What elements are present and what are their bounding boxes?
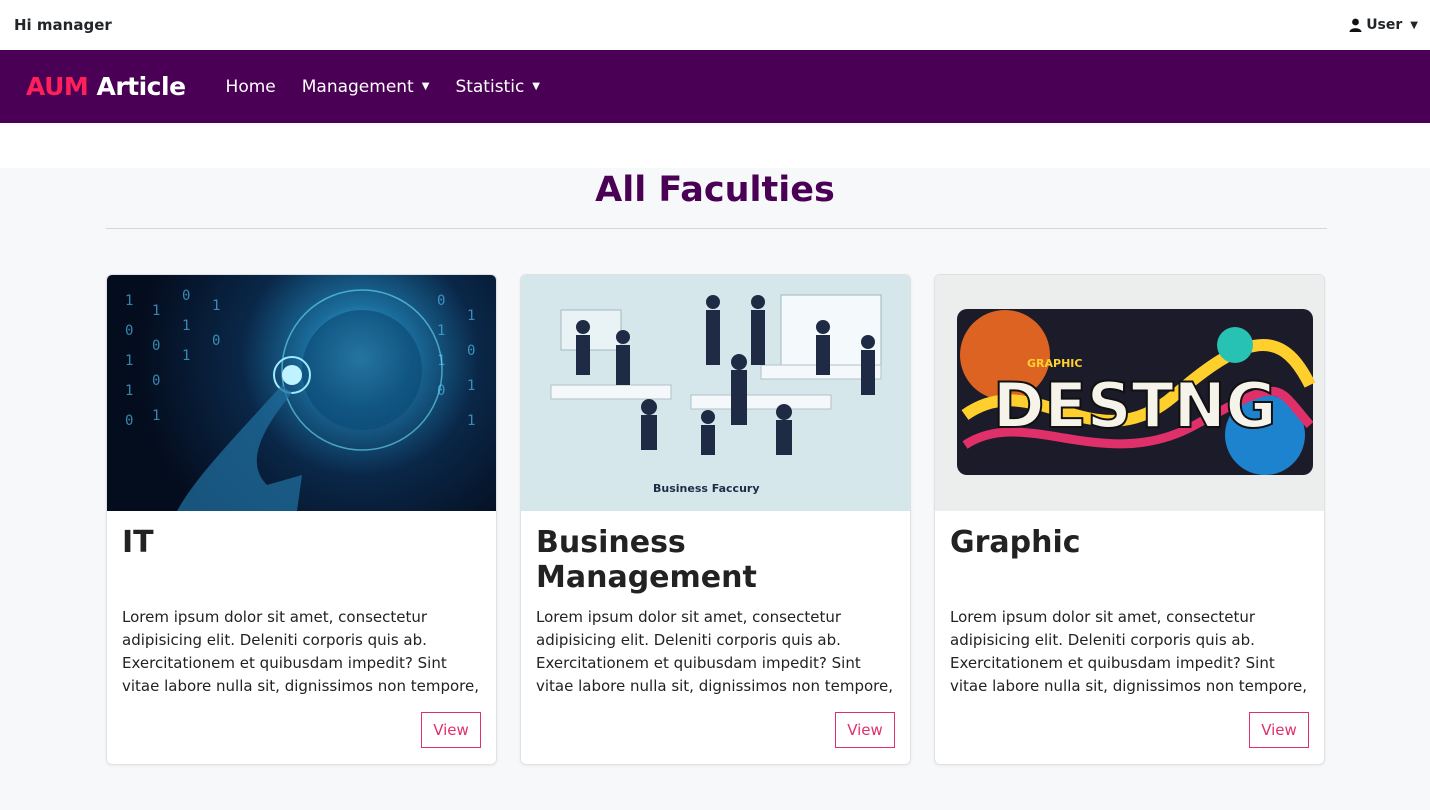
it-illustration: 10110 1001 011 10 0110 1011 [125, 288, 475, 511]
svg-text:1: 1 [437, 323, 445, 339]
svg-text:1: 1 [125, 353, 133, 369]
title-divider [106, 228, 1327, 229]
business-faculty-image: Business Faccury [521, 275, 910, 511]
user-menu[interactable]: User ▼ [1349, 17, 1418, 33]
svg-text:0: 0 [152, 373, 160, 389]
greeting-text: Hi manager [14, 16, 112, 34]
svg-text:1: 1 [125, 293, 133, 309]
svg-text:1: 1 [152, 303, 160, 319]
svg-text:0: 0 [212, 333, 220, 349]
brand-accent: AUM [26, 72, 89, 101]
svg-text:1: 1 [182, 318, 190, 334]
top-bar: Hi manager User ▼ [0, 0, 1430, 50]
brand-rest: Article [96, 72, 186, 101]
user-menu-label: User [1366, 17, 1403, 33]
graphic-illustration: GRAPHIC DESTNG [957, 309, 1316, 475]
svg-text:0: 0 [152, 338, 160, 354]
view-button[interactable]: View [835, 712, 895, 748]
faculty-card-it: 10110 1001 011 10 0110 1011 IT Lorem ips… [106, 274, 497, 765]
svg-text:1: 1 [125, 383, 133, 399]
svg-text:0: 0 [182, 288, 190, 304]
nav-management-dropdown[interactable]: Management ▼ [302, 77, 430, 97]
page-title: All Faculties [595, 170, 835, 210]
view-button[interactable]: View [1249, 712, 1309, 748]
main-navbar: AUM Article Home Management ▼ Statistic … [0, 50, 1430, 123]
faculty-card-business-management: Business Faccury Business Management Lor… [520, 274, 911, 765]
card-description: Lorem ipsum dolor sit amet, consectetur … [536, 608, 893, 695]
nav-home[interactable]: Home [226, 77, 276, 97]
card-title: Graphic [950, 525, 1081, 560]
svg-text:0: 0 [467, 343, 475, 359]
chevron-down-icon: ▼ [532, 81, 540, 92]
svg-text:1: 1 [467, 378, 475, 394]
view-button[interactable]: View [421, 712, 481, 748]
card-title: IT [122, 525, 154, 560]
svg-text:0: 0 [125, 413, 133, 429]
nav-management-label: Management [301, 76, 414, 97]
graphic-image-text: DESTNG [993, 369, 1277, 442]
nav-home-label: Home [225, 76, 276, 97]
card-description: Lorem ipsum dolor sit amet, consectetur … [122, 608, 479, 695]
svg-text:1: 1 [152, 408, 160, 424]
main-content: All Faculties 10110 1001 011 10 0110 101… [0, 168, 1430, 810]
card-description: Lorem ipsum dolor sit amet, consectetur … [950, 608, 1307, 695]
faculty-card-graphic: GRAPHIC DESTNG Graphic Lorem ipsum dolor… [934, 274, 1325, 765]
nav-statistic-label: Statistic [455, 76, 525, 97]
business-illustration: Business Faccury [550, 294, 882, 495]
brand-logo[interactable]: AUM Article [26, 72, 186, 101]
svg-text:0: 0 [125, 323, 133, 339]
nav-statistic-dropdown[interactable]: Statistic ▼ [455, 77, 540, 97]
svg-text:1: 1 [212, 298, 220, 314]
it-faculty-image: 10110 1001 011 10 0110 1011 [107, 275, 496, 511]
svg-text:1: 1 [467, 308, 475, 324]
svg-text:0: 0 [437, 293, 445, 309]
svg-text:1: 1 [467, 413, 475, 429]
svg-text:1: 1 [182, 348, 190, 364]
chevron-down-icon: ▼ [421, 81, 430, 92]
business-image-caption: Business Faccury [653, 482, 760, 495]
chevron-down-icon: ▼ [1410, 19, 1418, 31]
graphic-faculty-image: GRAPHIC DESTNG [935, 275, 1324, 511]
user-icon [1349, 18, 1362, 32]
card-title: Business Management [536, 525, 757, 595]
